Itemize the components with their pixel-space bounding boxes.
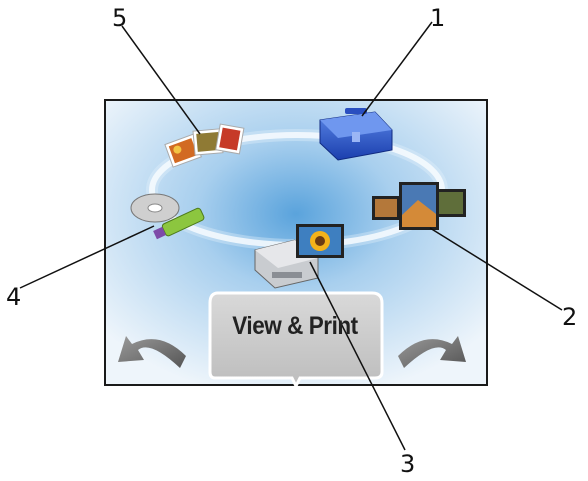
- callout-number-3: 3: [400, 450, 416, 478]
- callout-number-1: 1: [430, 4, 446, 32]
- diagram-canvas: [19, 21, 563, 451]
- mode-label: View & Print: [232, 312, 358, 340]
- callout-number-5: 5: [112, 4, 128, 32]
- callout-number-4: 4: [6, 283, 22, 311]
- callout-number-2: 2: [562, 303, 578, 331]
